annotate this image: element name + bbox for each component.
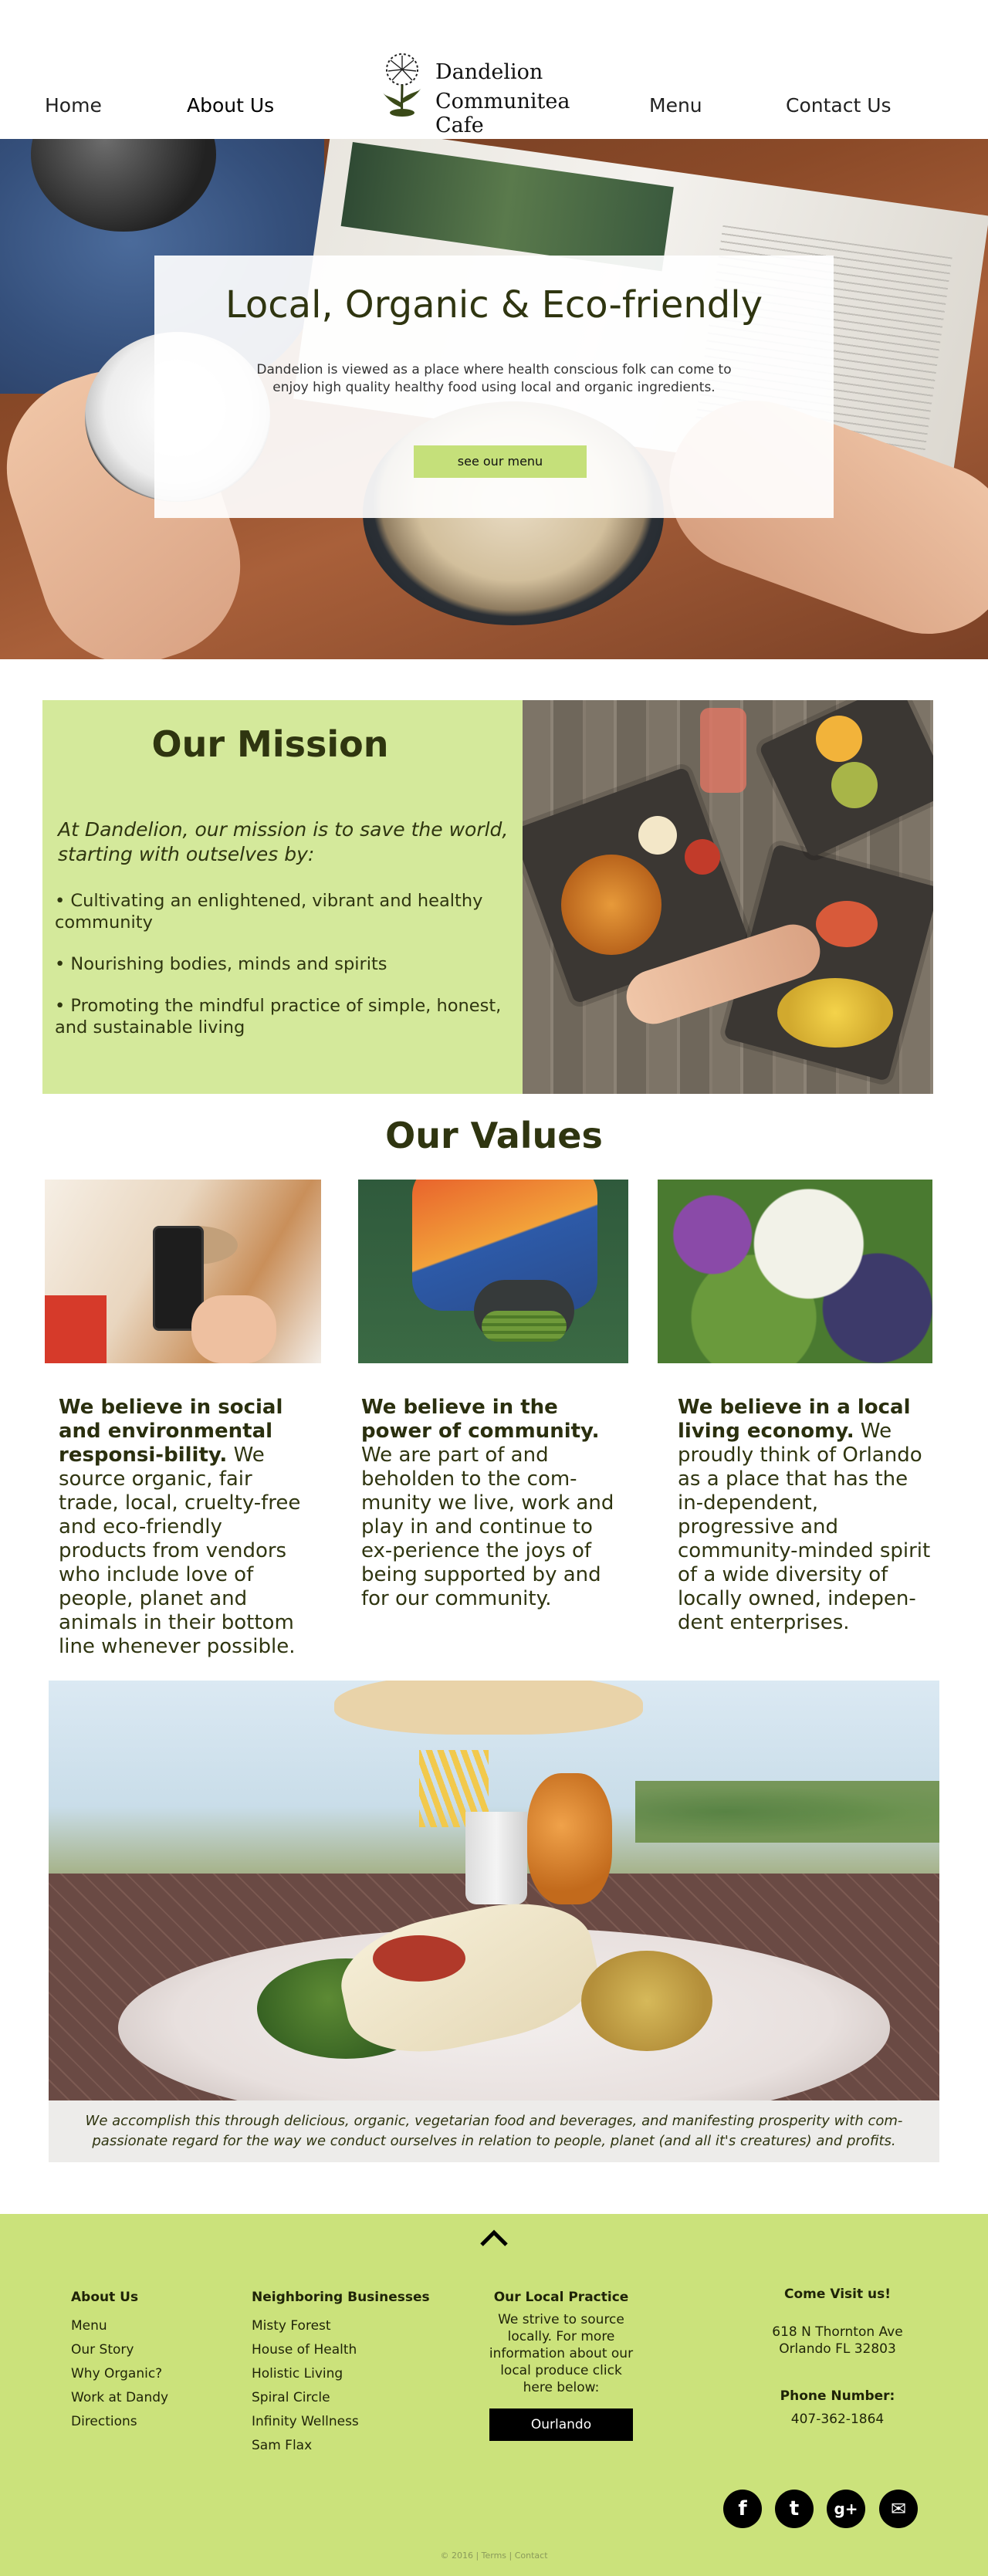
logo[interactable]: Dandelion Communitea Cafe <box>378 48 610 137</box>
value-lead: We believe in the power of community. <box>361 1396 600 1443</box>
photo-umbrella <box>334 1681 643 1735</box>
value-photo-phone <box>45 1180 321 1363</box>
footer-neighbors-column: Neighboring Businesses Misty Forest Hous… <box>252 2290 430 2458</box>
hero-subtitle: Dandelion is viewed as a place where hea… <box>256 362 732 395</box>
value-text-social: We believe in social and environmental r… <box>59 1396 313 1659</box>
photo-caption: We accomplish this through delicious, or… <box>85 2113 903 2149</box>
hero-book-picture <box>340 141 674 272</box>
nav-contact-us[interactable]: Contact Us <box>786 94 892 117</box>
hero-banner: Local, Organic & Eco-friendly Dandelion … <box>0 139 988 659</box>
footer-visit-heading: Come Visit us! <box>784 2287 891 2302</box>
nav-menu[interactable]: Menu <box>649 94 702 117</box>
mission-title: Our Mission <box>151 723 389 765</box>
mission-photo-guac <box>831 762 878 808</box>
mission-intro: At Dandelion, our mission is to save the… <box>58 818 509 865</box>
mission-photo-sauce-red <box>685 839 720 875</box>
footer-practice-column: Our Local Practice We strive to source l… <box>488 2290 634 2441</box>
value-text-economy: We believe in a local living economy. We… <box>678 1396 932 1635</box>
email-icon[interactable]: ✉ <box>879 2490 918 2528</box>
chevron-up-icon[interactable] <box>477 2226 511 2249</box>
value-photo-beans <box>358 1180 628 1363</box>
photo-caption-bar: We accomplish this through delicious, or… <box>49 2100 939 2162</box>
patio-food-photo <box>49 1681 939 2100</box>
value-body: We proudly think of Orlando as a place t… <box>678 1420 931 1634</box>
value-photo-red-item <box>45 1295 107 1363</box>
footer-legal: © 2016 | Terms | Contact <box>440 2551 548 2561</box>
see-our-menu-button[interactable]: see our menu <box>414 445 587 478</box>
facebook-icon[interactable]: f <box>723 2490 762 2528</box>
footer-link-directions[interactable]: Directions <box>71 2410 168 2434</box>
mission-food-photo <box>523 700 933 1094</box>
nav-about-us[interactable]: About Us <box>187 94 274 117</box>
mission-photo-sauce <box>638 816 677 855</box>
value-text-community: We believe in the power of community. We… <box>361 1396 628 1611</box>
mission-panel: Our Mission At Dandelion, our mission is… <box>42 700 523 1094</box>
mission-photo-eggs <box>777 978 893 1048</box>
footer-neighbors-heading: Neighboring Businesses <box>252 2290 430 2305</box>
footer-about-column: About Us Menu Our Story Why Organic? Wor… <box>71 2290 168 2434</box>
values-title: Our Values <box>385 1115 603 1156</box>
hero-title: Local, Organic & Eco-friendly <box>225 283 763 327</box>
footer-phone-number[interactable]: 407-362-1864 <box>741 2412 934 2427</box>
value-photo-green-beans <box>482 1311 567 1342</box>
mission-bullet: • Cultivating an enlightened, vibrant an… <box>55 891 483 933</box>
footer-link-work-at-dandy[interactable]: Work at Dandy <box>71 2386 168 2410</box>
footer-link-why-organic[interactable]: Why Organic? <box>71 2362 168 2386</box>
footer-address-line1: 618 N Thornton Ave <box>772 2324 903 2340</box>
footer-visit-column: Come Visit us! 618 N Thornton Ave Orland… <box>741 2287 934 2427</box>
mission-photo-tomato <box>816 901 878 947</box>
logo-name-line2: Communitea Cafe <box>435 90 570 137</box>
photo-rice <box>581 1951 712 2051</box>
footer-practice-body: We strive to source locally. For more in… <box>489 2312 634 2395</box>
footer-link-infinity-wellness[interactable]: Infinity Wellness <box>252 2410 430 2434</box>
footer-about-heading[interactable]: About Us <box>71 2290 168 2305</box>
dandelion-logo-icon <box>383 53 421 117</box>
mission-bullet: • Nourishing bodies, minds and spirits <box>55 954 387 974</box>
google-plus-icon[interactable]: g+ <box>827 2490 865 2528</box>
nav-home[interactable]: Home <box>45 94 102 117</box>
footer-link-spiral-circle[interactable]: Spiral Circle <box>252 2386 430 2410</box>
value-photo-hand <box>191 1295 276 1363</box>
value-body: We source organic, fair trade, local, cr… <box>59 1444 301 1658</box>
footer-link-misty-forest[interactable]: Misty Forest <box>252 2314 430 2338</box>
footer-link-menu[interactable]: Menu <box>71 2314 168 2338</box>
mission-photo-drink <box>700 708 746 793</box>
mission-photo-potatoes <box>561 855 661 955</box>
footer-link-holistic-living[interactable]: Holistic Living <box>252 2362 430 2386</box>
ourlando-button[interactable]: Ourlando <box>489 2408 633 2441</box>
value-photo-vegetables <box>658 1180 932 1363</box>
footer-practice-heading: Our Local Practice <box>493 2290 629 2305</box>
twitter-icon[interactable]: t <box>775 2490 814 2528</box>
photo-jar <box>527 1773 612 1904</box>
logo-name-line1: Dandelion <box>435 60 543 84</box>
value-body: We are part of and beholden to the com-m… <box>361 1444 614 1610</box>
mission-bullet: • Promoting the mindful practice of simp… <box>55 996 502 1038</box>
hero-card: Local, Organic & Eco-friendly Dandelion … <box>154 256 834 518</box>
footer-link-our-story[interactable]: Our Story <box>71 2338 168 2362</box>
site-footer: About Us Menu Our Story Why Organic? Wor… <box>0 2214 988 2576</box>
footer-address-line2: Orlando FL 32803 <box>779 2341 896 2357</box>
photo-cup <box>465 1812 527 1904</box>
footer-link-house-of-health[interactable]: House of Health <box>252 2338 430 2362</box>
footer-phone-heading: Phone Number: <box>780 2388 895 2404</box>
site-header: Home About Us Dandelion Communitea Cafe … <box>0 0 988 139</box>
mission-photo-bowl <box>816 716 862 762</box>
photo-tomato <box>373 1935 465 1982</box>
photo-trees <box>635 1781 939 1843</box>
footer-link-sam-flax[interactable]: Sam Flax <box>252 2434 430 2458</box>
